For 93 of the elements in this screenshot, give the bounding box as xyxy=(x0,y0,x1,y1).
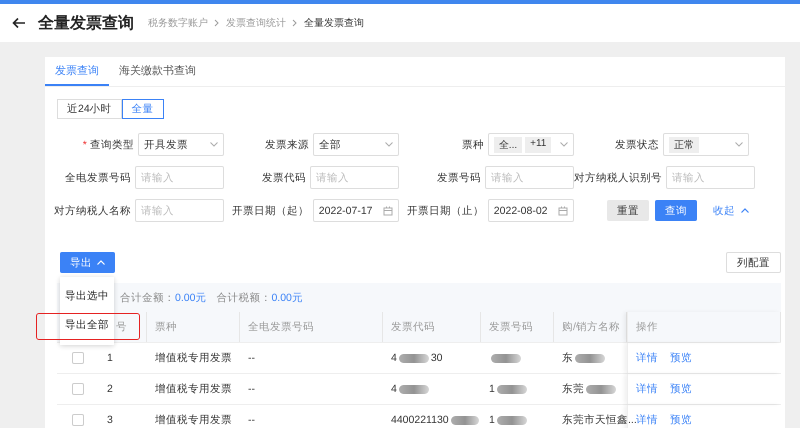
breadcrumb-item[interactable]: 税务数字账户 xyxy=(148,16,208,30)
caret-icon xyxy=(560,142,568,147)
table-cell-text: -- xyxy=(247,413,256,428)
breadcrumb-item: 全量发票查询 xyxy=(304,16,364,30)
table-cell-text: -- xyxy=(247,382,256,397)
caret-icon xyxy=(385,142,393,147)
table-cell: 东莞市天恒鑫... xyxy=(562,413,637,427)
table-cell: 30 xyxy=(430,352,443,364)
required-asterisk: * xyxy=(82,138,87,150)
table-cell: 4400221130 xyxy=(391,414,449,426)
date-field[interactable]: 2022-08-02 xyxy=(488,199,574,222)
select-field[interactable]: 开具发票 xyxy=(138,133,224,156)
export-button[interactable]: 导出 xyxy=(60,252,115,273)
row-checkbox[interactable] xyxy=(72,414,84,426)
row-action-link[interactable]: 预览 xyxy=(670,413,692,427)
summary-label: 合计金额： xyxy=(120,290,175,304)
column-header: 操作 xyxy=(627,312,781,342)
selected-tag: 正常 xyxy=(668,136,699,152)
tab[interactable]: 发票查询 xyxy=(45,57,109,86)
calendar-icon xyxy=(383,206,393,216)
table-cell: 4 xyxy=(391,352,397,364)
input-field[interactable]: 请输入 xyxy=(666,166,755,189)
date-field[interactable]: 2022-07-17 xyxy=(312,199,399,222)
query-button[interactable]: 查询 xyxy=(655,200,697,221)
redaction-smudge xyxy=(496,384,527,394)
reset-button[interactable]: 重置 xyxy=(607,200,649,221)
breadcrumb-item[interactable]: 发票查询统计 xyxy=(226,16,286,30)
row-action-link[interactable]: 预览 xyxy=(670,382,692,396)
table-cell: 4 xyxy=(391,383,397,395)
filter-label: 发票来源 xyxy=(264,138,309,152)
redaction-smudge xyxy=(586,384,616,394)
selected-tag: +11 xyxy=(525,136,552,152)
table-cell-text: 1 xyxy=(106,351,114,366)
filter-label: 发票代码 xyxy=(261,170,306,184)
row-checkbox[interactable] xyxy=(72,352,84,364)
summary-value: 0.00元 xyxy=(271,290,303,304)
input-field[interactable]: 请输入 xyxy=(135,199,224,222)
calendar-icon xyxy=(558,206,568,216)
back-arrow-icon[interactable] xyxy=(12,17,26,29)
filter-label: 开票日期（止） xyxy=(406,204,484,218)
row-action-link[interactable]: 预览 xyxy=(670,351,692,365)
table-cell: 1 xyxy=(489,414,495,426)
range-toggle-button[interactable]: 全量 xyxy=(122,99,164,119)
table-cell: 东 xyxy=(562,351,573,365)
select-field[interactable]: 全部 xyxy=(312,133,399,156)
redaction-smudge xyxy=(496,416,527,424)
filter-label: * 查询类型 xyxy=(82,138,134,152)
chevron-icon xyxy=(214,19,220,27)
input-field[interactable]: 请输入 xyxy=(485,166,574,189)
table-cell: 1 xyxy=(489,383,495,395)
column-header: 全电发票号码 xyxy=(240,312,383,342)
summary-value: 0.00元 xyxy=(175,290,206,304)
summary-label: 合计税额： xyxy=(216,290,272,304)
filter-label: 发票状态 xyxy=(614,138,659,152)
chevron-icon xyxy=(292,19,298,27)
chevron-up-icon xyxy=(741,208,749,213)
filter-label: 票种 xyxy=(460,138,484,152)
table-cell-text: 增值税专用发票 xyxy=(154,382,233,397)
redaction-smudge xyxy=(575,354,605,362)
input-field[interactable]: 请输入 xyxy=(310,166,399,189)
column-header: 票种 xyxy=(147,312,240,342)
table-cell: 东莞 xyxy=(562,382,584,396)
filter-label: 对方纳税人名称 xyxy=(53,204,131,218)
redaction-smudge xyxy=(491,354,521,362)
range-toggle-button[interactable]: 近24小时 xyxy=(57,99,122,119)
row-action-link[interactable]: 详情 xyxy=(636,351,658,365)
page-title: 全量发票查询 xyxy=(38,14,134,34)
column-header: 购/销方名称 xyxy=(554,312,627,342)
column-config-button[interactable]: 列配置 xyxy=(726,252,781,273)
filter-label: 全电发票号码 xyxy=(64,170,131,184)
multi-select-field[interactable]: 全... +11 xyxy=(488,133,574,156)
table-cell-text: 3 xyxy=(106,413,114,428)
row-checkbox[interactable] xyxy=(72,383,84,395)
menu-item[interactable]: 导出选中 xyxy=(60,282,114,311)
column-header: 发票号码 xyxy=(481,312,554,342)
table-cell-text: 增值税专用发票 xyxy=(154,413,233,428)
row-action-link[interactable]: 详情 xyxy=(636,413,658,427)
table-cell-text: 2 xyxy=(106,382,114,397)
column-header: 发票代码 xyxy=(383,312,481,342)
input-field[interactable]: 请输入 xyxy=(135,166,224,189)
multi-select-field[interactable]: 正常 xyxy=(662,133,749,156)
table-cell-text: 增值税专用发票 xyxy=(154,351,233,366)
filter-label: 开票日期（起） xyxy=(230,204,309,218)
collapse-link[interactable]: 收起 xyxy=(713,204,735,218)
selected-tag: 全... xyxy=(494,136,522,152)
filter-label: 发票号码 xyxy=(436,170,481,184)
filter-label: 对方纳税人识别号 xyxy=(574,170,662,184)
caret-icon xyxy=(735,142,743,147)
table-cell-text: -- xyxy=(247,351,256,366)
row-action-link[interactable]: 详情 xyxy=(636,382,658,396)
caret-icon xyxy=(210,142,218,147)
tab[interactable]: 海关缴款书查询 xyxy=(109,57,206,86)
chevron-icon xyxy=(97,260,105,265)
